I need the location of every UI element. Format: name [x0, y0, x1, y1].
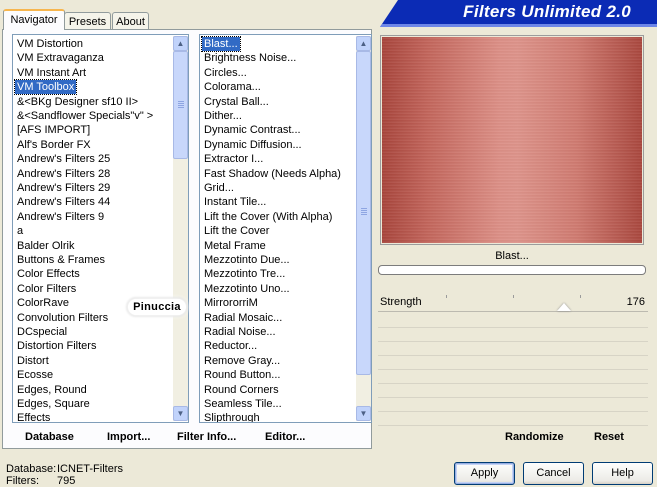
- scroll-down-icon[interactable]: ▼: [173, 406, 188, 421]
- scroll-up-icon[interactable]: ▲: [356, 36, 371, 51]
- category-item[interactable]: [AFS IMPORT]: [15, 123, 92, 137]
- cancel-button[interactable]: Cancel: [523, 462, 584, 485]
- category-item[interactable]: Color Filters: [15, 282, 78, 296]
- tab-navigator[interactable]: Navigator: [3, 9, 65, 30]
- filter-item[interactable]: Grid...: [202, 181, 236, 195]
- scroll-thumb[interactable]: [356, 51, 371, 375]
- filters-status-label: Filters:: [6, 475, 39, 487]
- database-status-value: ICNET-Filters: [57, 463, 123, 475]
- category-item[interactable]: Andrew's Filters 28: [15, 167, 112, 181]
- strength-value: 176: [626, 296, 645, 308]
- title-banner: Filters Unlimited 2.0: [380, 0, 657, 27]
- filter-item[interactable]: Dynamic Contrast...: [202, 123, 303, 137]
- filter-item[interactable]: Dynamic Diffusion...: [202, 138, 304, 152]
- filter-item[interactable]: Brightness Noise...: [202, 51, 298, 65]
- category-item[interactable]: Effects: [15, 411, 52, 422]
- watermark-stamp: Pinuccia: [128, 299, 186, 315]
- category-item[interactable]: Buttons & Frames: [15, 253, 107, 267]
- filter-item[interactable]: Mezzotinto Due...: [202, 253, 292, 267]
- filter-item[interactable]: Remove Gray...: [202, 354, 282, 368]
- filter-item[interactable]: Reductor...: [202, 339, 259, 353]
- category-item[interactable]: VM Extravaganza: [15, 51, 106, 65]
- filter-item[interactable]: Instant Tile...: [202, 195, 268, 209]
- category-item[interactable]: VM Toolbox: [13, 79, 78, 96]
- filter-item[interactable]: Colorama...: [202, 80, 263, 94]
- filter-item[interactable]: MirrororriM: [202, 296, 260, 310]
- filters-status-value: 795: [57, 475, 76, 487]
- strength-label: Strength: [380, 296, 422, 308]
- filter-item[interactable]: Seamless Tile...: [202, 397, 284, 411]
- help-button[interactable]: Help: [592, 462, 653, 485]
- filter-item[interactable]: Slipthrough: [202, 411, 262, 422]
- category-item[interactable]: Alf's Border FX: [15, 138, 93, 152]
- category-item[interactable]: &<Sandflower Specials"v" >: [15, 109, 155, 123]
- category-item[interactable]: Distort: [15, 354, 51, 368]
- slider-thumb-icon[interactable]: [557, 303, 572, 311]
- database-status-label: Database:: [6, 463, 57, 475]
- progress-bar: [378, 265, 646, 275]
- category-item[interactable]: Balder Olrik: [15, 239, 76, 253]
- category-item[interactable]: Distortion Filters: [15, 339, 98, 353]
- category-item[interactable]: Ecosse: [15, 368, 55, 382]
- category-item[interactable]: Edges, Round: [15, 383, 89, 397]
- category-item[interactable]: Andrew's Filters 9: [15, 210, 106, 224]
- preview-image: [382, 37, 642, 243]
- category-item[interactable]: Color Effects: [15, 267, 82, 281]
- category-item[interactable]: &<BKg Designer sf10 II>: [15, 95, 140, 109]
- banner-title: Filters Unlimited 2.0: [463, 2, 631, 21]
- filter-item[interactable]: Crystal Ball...: [202, 95, 271, 109]
- database-button[interactable]: Database: [25, 430, 74, 444]
- filter-item[interactable]: Blast...: [201, 36, 241, 52]
- filter-item[interactable]: Circles...: [202, 66, 249, 80]
- filter-item[interactable]: Radial Mosaic...: [202, 311, 284, 325]
- scroll-thumb[interactable]: [173, 51, 188, 159]
- category-scrollbar[interactable]: ▲ ▼: [173, 36, 188, 421]
- apply-button[interactable]: Apply: [454, 462, 515, 485]
- filter-scrollbar[interactable]: ▲ ▼: [356, 36, 371, 421]
- scroll-down-icon[interactable]: ▼: [356, 406, 371, 421]
- filter-list[interactable]: Blast... Brightness Noise... Circles... Col…: [199, 34, 372, 423]
- category-item[interactable]: ColorRave: [15, 296, 71, 310]
- category-item[interactable]: DCspecial: [15, 325, 69, 339]
- filter-item[interactable]: Mezzotinto Uno...: [202, 282, 292, 296]
- preview-label: Blast...: [495, 250, 529, 262]
- category-item[interactable]: Edges, Square: [15, 397, 92, 411]
- filter-item[interactable]: Dither...: [202, 109, 244, 123]
- filter-info-button[interactable]: Filter Info...: [177, 430, 236, 444]
- editor-button[interactable]: Editor...: [265, 430, 305, 444]
- filter-item[interactable]: Radial Noise...: [202, 325, 278, 339]
- category-item[interactable]: a: [15, 224, 25, 238]
- filter-item[interactable]: Mezzotinto Tre...: [202, 267, 287, 281]
- filter-item[interactable]: Lift the Cover (With Alpha): [202, 210, 334, 224]
- filter-item[interactable]: Lift the Cover: [202, 224, 271, 238]
- filter-item[interactable]: Extractor I...: [202, 152, 265, 166]
- filter-item[interactable]: Fast Shadow (Needs Alpha): [202, 167, 343, 181]
- filter-item[interactable]: Round Button...: [202, 368, 282, 382]
- category-item[interactable]: Andrew's Filters 44: [15, 195, 112, 209]
- scroll-up-icon[interactable]: ▲: [173, 36, 188, 51]
- category-item[interactable]: Andrew's Filters 25: [15, 152, 112, 166]
- filter-item[interactable]: Metal Frame: [202, 239, 268, 253]
- category-item[interactable]: Convolution Filters: [15, 311, 110, 325]
- tab-presets[interactable]: Presets: [64, 12, 111, 30]
- randomize-button[interactable]: Randomize: [505, 430, 564, 444]
- category-item[interactable]: VM Distortion: [15, 37, 85, 51]
- category-item[interactable]: VM Instant Art: [15, 66, 88, 80]
- tab-about[interactable]: About: [112, 12, 149, 30]
- filter-item[interactable]: Round Corners: [202, 383, 281, 397]
- category-list[interactable]: VM Distortion VM Extravaganza VM Instant A…: [12, 34, 189, 423]
- import-button[interactable]: Import...: [107, 430, 150, 444]
- reset-button[interactable]: Reset: [594, 430, 624, 444]
- category-item[interactable]: Andrew's Filters 29: [15, 181, 112, 195]
